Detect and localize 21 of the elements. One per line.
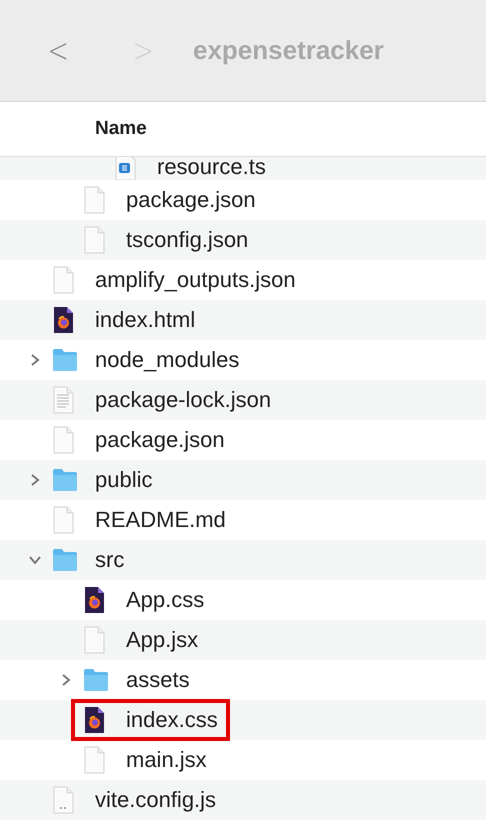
file-name[interactable]: App.jsx <box>126 627 198 653</box>
file-name[interactable]: tsconfig.json <box>126 227 248 253</box>
folder-name[interactable]: assets <box>126 667 190 693</box>
file-name[interactable]: README.md <box>95 507 226 533</box>
folder-icon <box>52 346 78 374</box>
file-name[interactable]: main.jsx <box>126 747 207 773</box>
file-name[interactable]: index.html <box>95 307 196 333</box>
folder-icon <box>83 666 109 694</box>
folder-icon <box>52 466 78 494</box>
folder-name[interactable]: node_modules <box>95 347 240 373</box>
folder-icon <box>52 546 78 574</box>
file-name[interactable]: index.css <box>126 707 218 733</box>
window-title: expensetracker <box>193 35 384 66</box>
file-name[interactable]: package.json <box>95 427 225 453</box>
folder-name[interactable]: public <box>95 467 152 493</box>
file-name[interactable]: package.json <box>126 187 256 213</box>
folder-name[interactable]: src <box>95 547 124 573</box>
file-name[interactable]: App.css <box>126 587 204 613</box>
column-header[interactable]: Name <box>95 118 147 140</box>
file-name[interactable]: amplify_outputs.json <box>95 267 296 293</box>
file-name[interactable]: vite.config.js <box>95 787 216 813</box>
